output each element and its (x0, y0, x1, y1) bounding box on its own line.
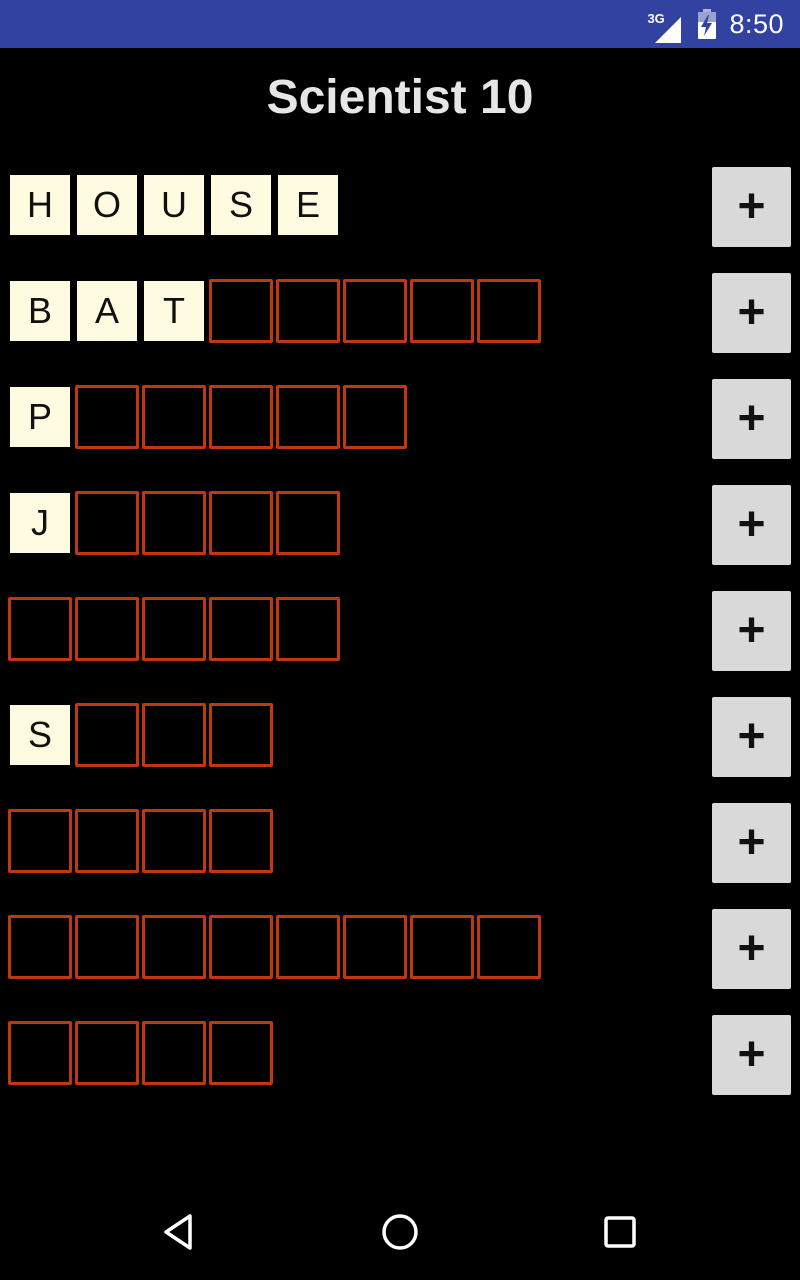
recents-icon[interactable] (600, 1212, 640, 1252)
add-letter-button[interactable]: + (712, 909, 791, 989)
letter-tile: S (8, 703, 72, 767)
empty-letter-slot[interactable] (209, 491, 273, 555)
add-letter-button[interactable]: + (712, 379, 791, 459)
add-letter-button[interactable]: + (712, 273, 791, 353)
add-letter-button[interactable]: + (712, 591, 791, 671)
letter-tile: P (8, 385, 72, 449)
letter-tile: A (75, 279, 139, 343)
empty-letter-slot[interactable] (276, 385, 340, 449)
empty-letter-slot[interactable] (276, 915, 340, 979)
add-letter-button[interactable]: + (712, 803, 791, 883)
empty-letter-slot[interactable] (410, 915, 474, 979)
empty-letter-slot[interactable] (142, 385, 206, 449)
add-letter-button[interactable]: + (712, 697, 791, 777)
letter-tile: U (142, 173, 206, 237)
add-letter-button[interactable]: + (712, 485, 791, 565)
empty-letter-slot[interactable] (209, 385, 273, 449)
letter-tile: O (75, 173, 139, 237)
home-icon[interactable] (380, 1212, 420, 1252)
empty-letter-slot[interactable] (477, 915, 541, 979)
letter-tile: E (276, 173, 340, 237)
empty-letter-slot[interactable] (142, 809, 206, 873)
empty-letter-slot[interactable] (75, 703, 139, 767)
empty-letter-slot[interactable] (142, 1021, 206, 1085)
empty-letter-slot[interactable] (209, 703, 273, 767)
letter-tile: B (8, 279, 72, 343)
empty-letter-slot[interactable] (75, 1021, 139, 1085)
empty-letter-slot[interactable] (276, 491, 340, 555)
empty-letter-slot[interactable] (343, 915, 407, 979)
add-letter-button[interactable]: + (712, 167, 791, 247)
letter-tile: J (8, 491, 72, 555)
letter-tile: H (8, 173, 72, 237)
empty-letter-slot[interactable] (142, 491, 206, 555)
letter-tile: T (142, 279, 206, 343)
empty-letter-slot[interactable] (75, 809, 139, 873)
empty-letter-slot[interactable] (8, 1021, 72, 1085)
empty-letter-slot[interactable] (276, 279, 340, 343)
empty-letter-slot[interactable] (75, 597, 139, 661)
add-letter-button[interactable]: + (712, 1015, 791, 1095)
empty-letter-slot[interactable] (209, 279, 273, 343)
empty-letter-slot[interactable] (209, 597, 273, 661)
empty-letter-slot[interactable] (477, 279, 541, 343)
empty-letter-slot[interactable] (75, 385, 139, 449)
letter-tile: S (209, 173, 273, 237)
empty-letter-slot[interactable] (142, 597, 206, 661)
empty-letter-slot[interactable] (343, 279, 407, 343)
empty-letter-slot[interactable] (75, 915, 139, 979)
empty-letter-slot[interactable] (8, 597, 72, 661)
back-icon[interactable] (160, 1212, 200, 1252)
empty-letter-slot[interactable] (8, 809, 72, 873)
word-rows: H O U S E + B A T + P + J + + S + + + + (0, 0, 800, 1200)
empty-letter-slot[interactable] (209, 809, 273, 873)
empty-letter-slot[interactable] (276, 597, 340, 661)
empty-letter-slot[interactable] (142, 703, 206, 767)
empty-letter-slot[interactable] (209, 915, 273, 979)
empty-letter-slot[interactable] (142, 915, 206, 979)
empty-letter-slot[interactable] (209, 1021, 273, 1085)
empty-letter-slot[interactable] (8, 915, 72, 979)
empty-letter-slot[interactable] (410, 279, 474, 343)
navigation-bar (0, 1184, 800, 1280)
empty-letter-slot[interactable] (75, 491, 139, 555)
empty-letter-slot[interactable] (343, 385, 407, 449)
